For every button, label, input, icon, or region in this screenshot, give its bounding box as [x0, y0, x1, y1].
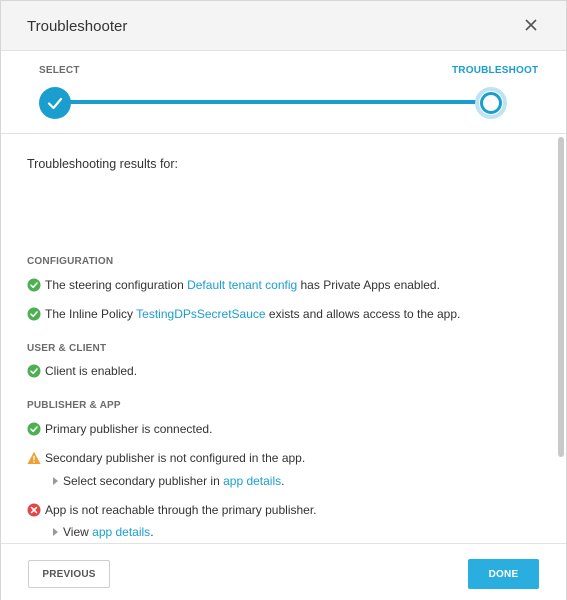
current-step-ring: [480, 92, 502, 114]
result-text: The steering configuration: [45, 278, 188, 292]
results-panel[interactable]: Troubleshooting results for: CONFIGURATI…: [1, 134, 566, 543]
result-steering-config: The steering configuration Default tenan…: [27, 278, 440, 292]
result-client-enabled: Client is enabled.: [27, 364, 137, 378]
section-user-client-title: USER & CLIENT: [27, 343, 107, 354]
stepper-track: [63, 100, 483, 104]
warning-triangle-icon: [27, 451, 41, 464]
section-publisher-app-title: PUBLISHER & APP: [27, 400, 121, 411]
troubleshooter-dialog: Troubleshooter SELECT TROUBLESHOOT Troub…: [0, 0, 567, 600]
step-troubleshoot-node[interactable]: [475, 87, 507, 119]
check-circle-icon: [27, 278, 41, 292]
progress-stepper: SELECT TROUBLESHOOT: [1, 52, 566, 134]
hint-text: Select secondary publisher in: [63, 474, 224, 488]
app-details-link[interactable]: app details: [92, 525, 150, 539]
dialog-header: Troubleshooter: [1, 1, 566, 51]
hint-secondary-publisher[interactable]: Select secondary publisher in app detail…: [53, 474, 284, 488]
result-secondary-publisher: Secondary publisher is not configured in…: [27, 451, 305, 465]
hint-text: .: [150, 525, 154, 539]
previous-button[interactable]: PREVIOUS: [28, 560, 110, 588]
hint-app-not-reachable[interactable]: View app details.: [53, 525, 154, 539]
hint-text: .: [281, 474, 285, 488]
result-text: Secondary publisher is not configured in…: [45, 451, 306, 465]
close-icon: [525, 19, 537, 31]
result-text: exists and allows access to the app.: [265, 307, 461, 321]
result-text: Primary publisher is connected.: [45, 422, 213, 436]
step-troubleshoot-label: TROUBLESHOOT: [452, 65, 539, 76]
caret-right-icon: [53, 528, 58, 536]
inline-policy-link[interactable]: TestingDPsSecretSauce: [136, 307, 265, 321]
section-configuration-title: CONFIGURATION: [27, 256, 114, 267]
hint-text: View: [63, 525, 93, 539]
steering-config-link[interactable]: Default tenant config: [187, 278, 297, 292]
dialog-title: Troubleshooter: [27, 18, 128, 35]
result-primary-publisher: Primary publisher is connected.: [27, 422, 212, 436]
step-select-node[interactable]: [39, 87, 71, 119]
results-heading: Troubleshooting results for:: [27, 157, 179, 171]
result-text: App is not reachable through the primary…: [45, 503, 317, 517]
dialog-footer: PREVIOUS DONE: [1, 543, 566, 600]
caret-right-icon: [53, 477, 58, 485]
checkmark-icon: [47, 97, 63, 110]
result-text: The Inline Policy: [45, 307, 137, 321]
close-button[interactable]: [521, 15, 541, 35]
step-select-label: SELECT: [39, 65, 80, 76]
result-app-not-reachable: App is not reachable through the primary…: [27, 503, 317, 517]
results-scrollbar[interactable]: [558, 137, 564, 457]
check-circle-icon: [27, 364, 41, 378]
check-circle-icon: [27, 422, 41, 436]
result-text: Client is enabled.: [45, 364, 138, 378]
error-circle-icon: [27, 503, 41, 517]
done-button[interactable]: DONE: [468, 559, 539, 589]
result-inline-policy: The Inline Policy TestingDPsSecretSauce …: [27, 307, 460, 321]
app-details-link[interactable]: app details: [223, 474, 281, 488]
result-text: has Private Apps enabled.: [297, 278, 440, 292]
check-circle-icon: [27, 307, 41, 321]
